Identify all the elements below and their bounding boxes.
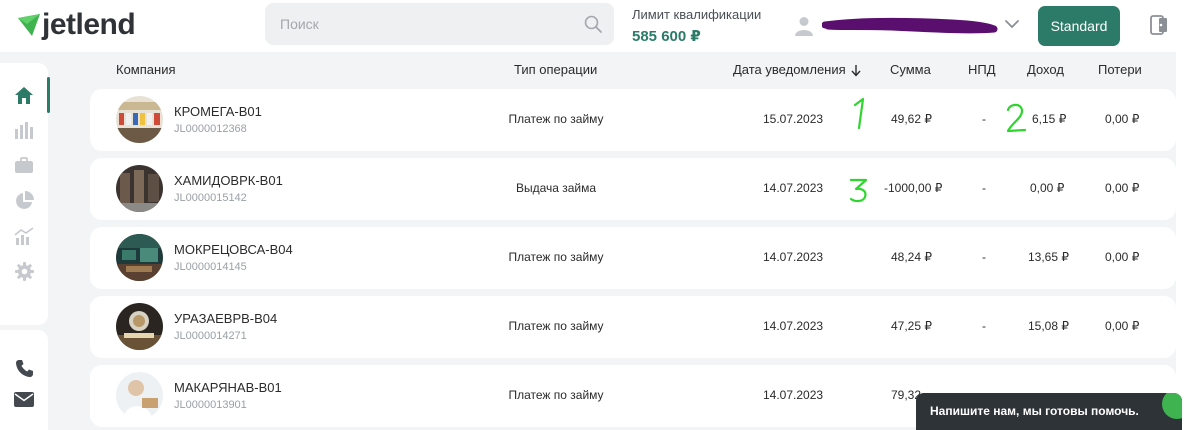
annotation-1: [853, 97, 865, 130]
logo-text: jetlend: [42, 8, 136, 41]
operation-type: Платеж по займу: [508, 319, 604, 333]
sidebar-item-analytics[interactable]: [13, 189, 35, 211]
operation-type: Платеж по займу: [508, 250, 604, 264]
jetlend-logo[interactable]: jetlend: [18, 8, 136, 42]
user-avatar-icon[interactable]: [795, 16, 813, 36]
amount: 49,62 ₽: [891, 112, 932, 126]
income: 13,65 ₽: [1028, 250, 1069, 264]
search-icon[interactable]: [584, 15, 602, 33]
pie-chart-icon: [15, 190, 34, 209]
company-name[interactable]: КРОМЕГА-В01: [174, 104, 262, 119]
income: 15,08 ₽: [1028, 319, 1069, 333]
redacted-user-name[interactable]: [822, 14, 1000, 38]
notification-date: 15.07.2023: [763, 112, 824, 126]
table-row[interactable]: ХАМИДОВРК-В01 JL0000015142 Выдача займа …: [90, 158, 1176, 220]
company-photo: [116, 165, 163, 212]
amount: 48,24 ₽: [891, 250, 932, 264]
table-header: Компания Тип операции Дата уведомления С…: [0, 52, 1176, 88]
company-name[interactable]: ХАМИДОВРК-В01: [174, 173, 283, 188]
limit-value: 585 600 ₽: [632, 28, 701, 45]
company-photo: [116, 303, 163, 350]
chat-status-dot: [1162, 393, 1182, 419]
sidebar-item-settings[interactable]: [13, 260, 35, 282]
column-npd[interactable]: НПД: [968, 62, 996, 77]
column-amount[interactable]: Сумма: [890, 62, 931, 77]
column-operation[interactable]: Тип операции: [514, 62, 597, 77]
column-company[interactable]: Компания: [116, 62, 176, 77]
amount: 47,25 ₽: [891, 319, 932, 333]
logout-icon[interactable]: [1150, 15, 1168, 35]
bar-chart-icon: [15, 122, 33, 139]
sidebar-item-phone[interactable]: [13, 357, 35, 379]
sidebar-item-growth[interactable]: [13, 225, 35, 247]
company-name[interactable]: МОКРЕЦОВСА-В04: [174, 242, 293, 257]
sidebar-contacts: [0, 330, 48, 430]
right-panel-edge: [1176, 52, 1200, 430]
company-code: JL0000012368: [174, 123, 247, 135]
losses: 0,00 ₽: [1105, 112, 1140, 126]
support-chat-widget[interactable]: Напишите нам, мы готовы помочь.: [916, 393, 1182, 430]
income: 0,00 ₽: [1030, 181, 1065, 195]
phone-icon: [15, 359, 33, 377]
sidebar-item-statistics[interactable]: [13, 119, 35, 141]
npd-value: -: [982, 250, 986, 264]
npd-value: -: [982, 112, 986, 126]
losses: 0,00 ₽: [1105, 250, 1140, 264]
chevron-down-icon[interactable]: [1004, 18, 1020, 30]
income: 6,15 ₽: [1032, 112, 1067, 126]
limit-label: Лимит квалификации: [632, 7, 762, 22]
column-date[interactable]: Дата уведомления: [733, 62, 846, 77]
search-box[interactable]: [265, 3, 614, 45]
chat-prompt-text: Напишите нам, мы готовы помочь.: [930, 404, 1139, 418]
mail-icon: [14, 391, 34, 407]
npd-value: -: [982, 319, 986, 333]
annotation-3: [849, 178, 868, 203]
column-losses[interactable]: Потери: [1098, 62, 1142, 77]
npd-value: -: [982, 181, 986, 195]
sidebar-item-mail[interactable]: [13, 388, 35, 410]
operation-type: Выдача займа: [515, 181, 597, 195]
qualification-limit: Лимит квалификации 585 600 ₽: [632, 7, 761, 45]
company-name[interactable]: МАКАРЯНАВ-В01: [174, 380, 282, 395]
operation-type: Платеж по займу: [508, 388, 604, 402]
notification-date: 14.07.2023: [763, 181, 824, 195]
company-name[interactable]: УРАЗАЕВРВ-В04: [174, 311, 277, 326]
top-header: jetlend Лимит квалификации 585 600 ₽ Sta…: [0, 0, 1200, 52]
table-row[interactable]: УРАЗАЕВРВ-В04 JL0000014271 Платеж по зай…: [90, 296, 1176, 358]
notification-date: 14.07.2023: [763, 388, 824, 402]
sort-down-icon[interactable]: [850, 64, 862, 77]
amount: -1000,00 ₽: [884, 181, 943, 195]
search-input[interactable]: [265, 3, 555, 45]
company-photo: [116, 96, 163, 143]
company-photo: [116, 234, 163, 281]
notification-date: 14.07.2023: [763, 250, 824, 264]
operation-type: Платеж по займу: [508, 112, 604, 126]
losses: 0,00 ₽: [1105, 181, 1140, 195]
logo-arrow-icon: [18, 14, 40, 36]
notification-date: 14.07.2023: [763, 319, 824, 333]
column-income[interactable]: Доход: [1027, 62, 1064, 77]
table-row[interactable]: МОКРЕЦОВСА-В04 JL0000014145 Платеж по за…: [90, 227, 1176, 289]
plan-standard-button[interactable]: Standard: [1038, 6, 1120, 46]
growth-chart-icon: [14, 227, 34, 245]
briefcase-icon: [15, 156, 33, 173]
sidebar: [0, 63, 48, 325]
annotation-2: [1006, 103, 1027, 133]
gear-icon: [14, 261, 34, 281]
sidebar-item-portfolio[interactable]: [13, 154, 35, 176]
home-icon: [15, 86, 33, 104]
company-code: JL0000014271: [174, 330, 247, 342]
company-code: JL0000013901: [174, 399, 247, 411]
losses: 0,00 ₽: [1105, 319, 1140, 333]
company-photo: [116, 372, 163, 419]
company-code: JL0000014145: [174, 261, 247, 273]
company-code: JL0000015142: [174, 192, 247, 204]
